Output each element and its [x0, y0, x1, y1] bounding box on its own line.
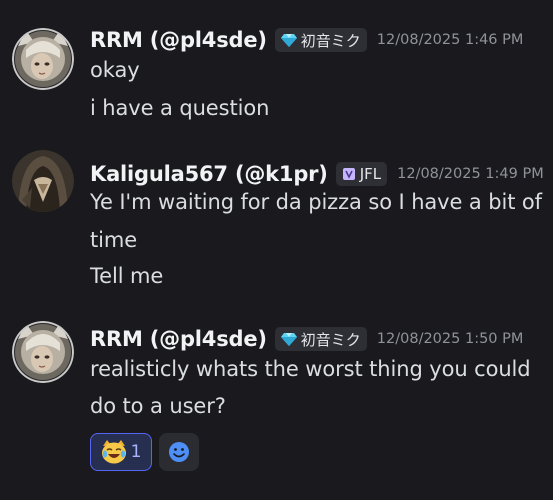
add-reaction-button[interactable]: [159, 433, 199, 471]
message-text: i have a question: [90, 96, 270, 120]
message-text: realisticly whats the worst thing you co…: [90, 357, 531, 381]
clan-badge-icon: [342, 168, 355, 180]
guild-tag[interactable]: JFL: [335, 162, 388, 186]
guild-tag-label: JFL: [359, 165, 382, 183]
message-text: okay: [90, 58, 140, 82]
diamond-icon: [280, 34, 297, 47]
message-text: time: [90, 228, 138, 252]
avatar[interactable]: [12, 28, 74, 90]
guild-tag-label: 初音ミク: [300, 31, 361, 50]
username[interactable]: RRM (@pl4sde): [90, 327, 267, 351]
chat-messages: RRM (@pl4sde) 初音ミク 12/08/2025 1:46 PM ok…: [0, 0, 553, 500]
username[interactable]: RRM (@pl4sde): [90, 28, 267, 52]
username[interactable]: Kaligula567 (@k1pr): [90, 162, 328, 186]
message-header: RRM (@pl4sde) 初音ミク 12/08/2025 1:50 PM: [90, 321, 523, 357]
joy-cat-emoji: [101, 440, 126, 464]
timestamp: 12/08/2025 1:49 PM: [397, 166, 544, 182]
add-reaction-icon: [169, 442, 189, 462]
guild-tag-label: 初音ミク: [300, 330, 361, 349]
guild-tag[interactable]: 初音ミク: [274, 28, 367, 52]
timestamp: 12/08/2025 1:46 PM: [376, 32, 524, 48]
timestamp: 12/08/2025 1:50 PM: [376, 331, 524, 347]
diamond-icon: [280, 333, 297, 346]
message-header: RRM (@pl4sde) 初音ミク 12/08/2025 1:46 PM: [90, 22, 523, 58]
guild-tag[interactable]: 初音ミク: [274, 327, 367, 351]
avatar[interactable]: [12, 150, 74, 212]
message-text: do to a user?: [90, 394, 226, 418]
message-text: Tell me: [90, 264, 164, 288]
reaction-count: 1: [130, 442, 142, 462]
message-header: Kaligula567 (@k1pr) JFL 12/08/2025 1:49 …: [90, 156, 544, 192]
avatar[interactable]: [12, 321, 74, 383]
reaction-joy-cat[interactable]: 1: [90, 433, 152, 471]
message-text: Ye I'm waiting for da pizza so I have a …: [90, 190, 542, 214]
